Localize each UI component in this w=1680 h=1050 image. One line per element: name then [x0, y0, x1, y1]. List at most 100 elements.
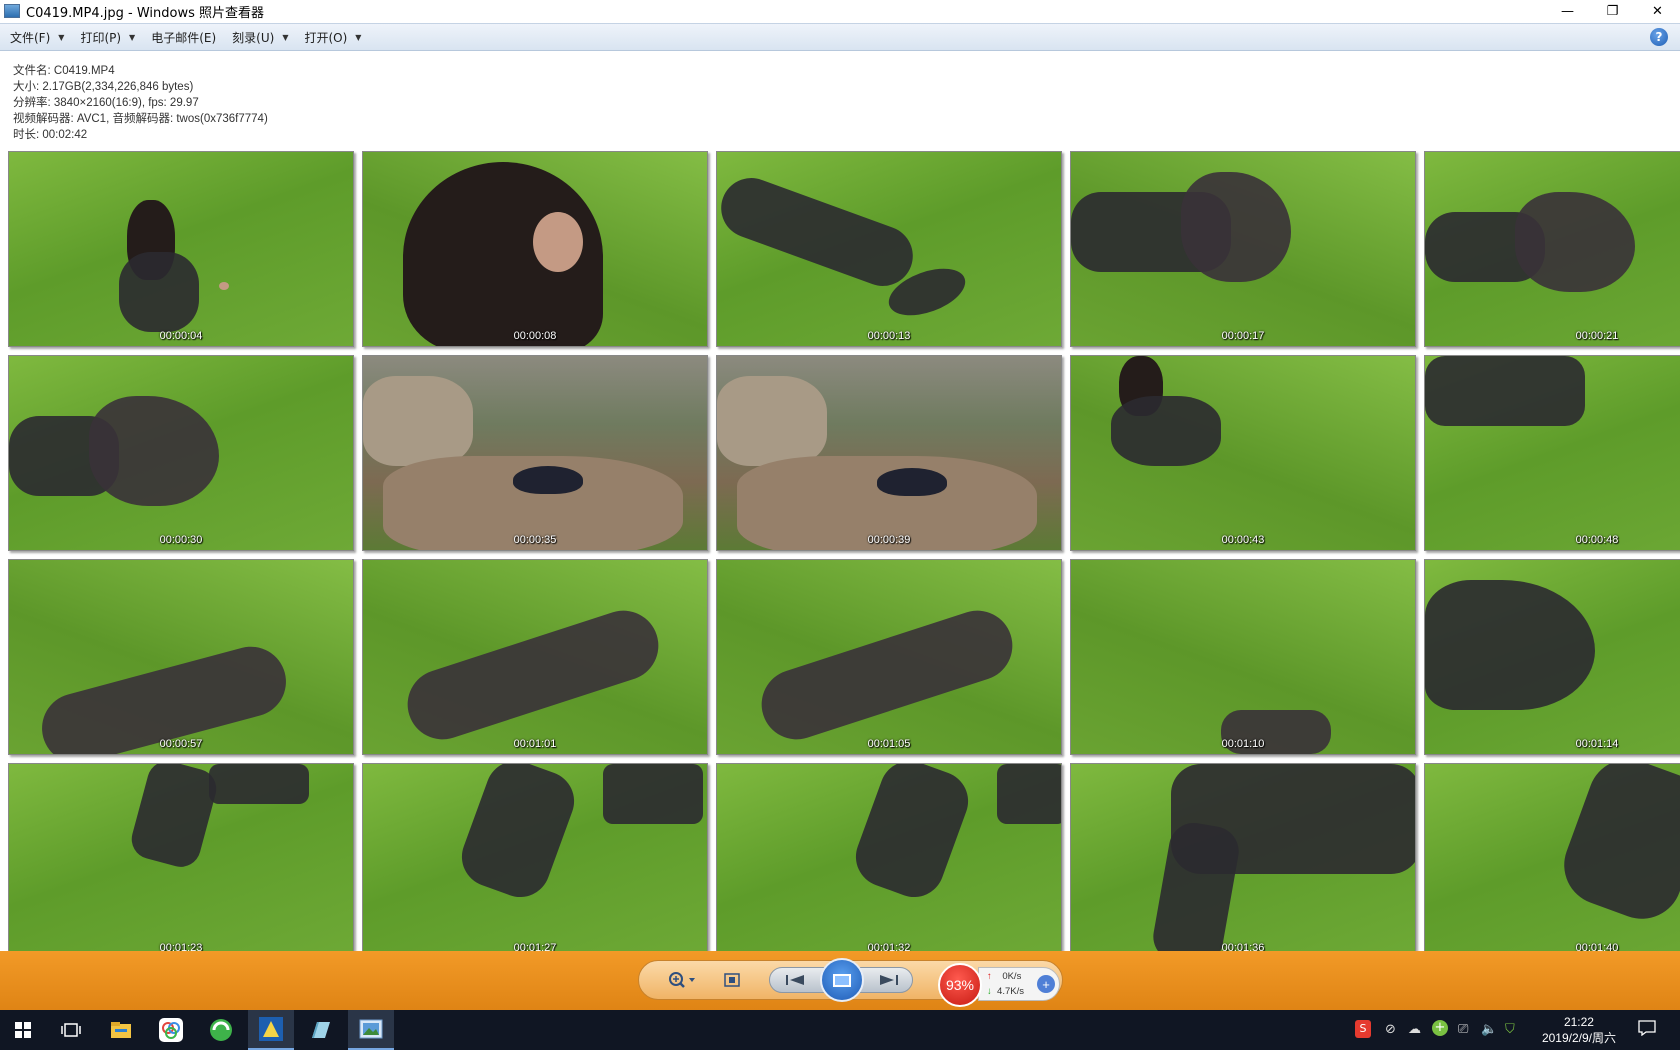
minimize-button[interactable]: —	[1545, 0, 1590, 22]
zoom-icon[interactable]	[667, 970, 699, 990]
dropdown-arrow-icon: ▼	[58, 32, 65, 42]
video-frame: 00:00:13	[716, 151, 1062, 347]
info-resolution: 分辨率: 3840×2160(16:9), fps: 29.97	[13, 97, 199, 109]
frame-timestamp: 00:00:21	[1575, 330, 1619, 342]
frame-timestamp: 00:01:14	[1575, 738, 1619, 750]
video-info: 文件名: C0419.MP4 大小: 2.17GB(2,334,226,846 …	[13, 63, 268, 143]
fit-icon[interactable]	[721, 970, 743, 990]
menu-file[interactable]: 文件(F) ▼	[10, 29, 64, 46]
taskbar: S ⊘ ☁ + ⎚ 🔈 ⛉ 21:22 2019/2/9/周六	[0, 1010, 1680, 1050]
dropdown-arrow-icon: ▼	[355, 32, 362, 42]
download-speed-value: 4.7K/s	[997, 986, 1024, 997]
menu-bar: 文件(F) ▼ 打印(P) ▼ 电子邮件(E) 刻录(U) ▼ 打开(O) ▼ …	[0, 23, 1680, 51]
cloud-sync-icon[interactable]: ☁	[1408, 1022, 1421, 1037]
info-codec: 视频解码器: AVC1, 音频解码器: twos(0x736f7774)	[13, 113, 268, 125]
frame-timestamp: 00:00:43	[1221, 534, 1265, 546]
taskbar-clock[interactable]: 21:22 2019/2/9/周六	[1542, 1014, 1616, 1046]
security-plus-icon[interactable]: +	[1432, 1020, 1448, 1036]
window-title: C0419.MP4.jpg - Windows 照片查看器	[26, 5, 264, 21]
video-frame: 00:00:57	[8, 559, 354, 755]
info-duration: 时长: 00:02:42	[13, 129, 88, 141]
video-frame: 00:00:30	[8, 355, 354, 551]
video-frame: 00:01:23	[8, 763, 354, 951]
frame-timestamp: 00:01:23	[159, 942, 203, 951]
volume-icon[interactable]: 🔈	[1481, 1022, 1497, 1037]
frame-timestamp: 00:00:39	[867, 534, 911, 546]
frame-timestamp: 00:00:04	[159, 330, 203, 342]
close-button[interactable]: ✕	[1635, 0, 1680, 22]
slideshow-button[interactable]	[820, 958, 864, 1002]
upload-speed-value: 0K/s	[1002, 971, 1022, 982]
info-size: 大小: 2.17GB(2,334,226,846 bytes)	[13, 81, 194, 93]
video-frame: 00:01:01	[362, 559, 708, 755]
help-icon[interactable]: ?	[1650, 28, 1668, 46]
video-frame: 00:01:10	[1070, 559, 1416, 755]
frame-timestamp: 00:01:32	[867, 942, 911, 951]
maximize-button[interactable]: ❐	[1590, 0, 1635, 22]
menu-burn[interactable]: 刻录(U) ▼	[232, 29, 288, 46]
video-frame: 00:00:39	[716, 355, 1062, 551]
menu-email-label: 电子邮件(E)	[151, 30, 217, 45]
menu-print-label: 打印(P)	[80, 30, 122, 45]
menu-print[interactable]: 打印(P) ▼	[80, 29, 135, 46]
menu-open-label: 打开(O)	[304, 30, 348, 45]
frame-timestamp: 00:00:08	[513, 330, 557, 342]
viewer-toolbar	[0, 951, 1680, 1010]
next-icon[interactable]	[874, 971, 904, 989]
task-view-icon[interactable]	[48, 1010, 94, 1050]
video-frame: 00:00:08	[362, 151, 708, 347]
previous-icon[interactable]	[780, 971, 810, 989]
network-icon[interactable]: ⎚	[1458, 1022, 1468, 1037]
video-frame: 00:01:05	[716, 559, 1062, 755]
title-bar: C0419.MP4.jpg - Windows 照片查看器 — ❐ ✕	[0, 0, 1680, 22]
photo-viewer-taskbar-icon[interactable]	[348, 1010, 394, 1050]
video-frame: 00:00:48	[1424, 355, 1680, 551]
menu-burn-label: 刻录(U)	[232, 30, 275, 45]
dropdown-arrow-icon: ▼	[129, 32, 136, 42]
video-editor-icon[interactable]	[248, 1010, 294, 1050]
frame-timestamp: 00:00:17	[1221, 330, 1265, 342]
video-frame: 00:00:43	[1070, 355, 1416, 551]
clock-date: 2019/2/9/周六	[1541, 1031, 1616, 1045]
video-frame: 00:00:04	[8, 151, 354, 347]
thumbnail-grid: 00:00:04 00:00:08 00:00:13 00:00:17 00:0…	[8, 151, 1680, 951]
network-speed-panel: ↑ 0K/s ↓ 4.7K/s +	[978, 967, 1060, 1001]
frame-timestamp: 00:00:35	[513, 534, 557, 546]
sogou-input-icon[interactable]: S	[1355, 1020, 1371, 1038]
frame-timestamp: 00:01:05	[867, 738, 911, 750]
menu-email[interactable]: 电子邮件(E)	[151, 29, 216, 46]
video-frame: 00:01:14	[1424, 559, 1680, 755]
video-frame: 00:01:27	[362, 763, 708, 951]
window-controls: — ❐ ✕	[1545, 0, 1680, 22]
upload-arrow-icon: ↑	[987, 971, 992, 982]
frame-timestamp: 00:01:40	[1575, 942, 1619, 951]
memory-usage-badge[interactable]: 93%	[938, 963, 982, 1007]
notification-icon[interactable]	[1638, 1020, 1656, 1040]
video-frame: 00:01:36	[1070, 763, 1416, 951]
slideshow-icon	[833, 973, 851, 987]
download-arrow-icon: ↓	[987, 986, 992, 997]
browser-icon[interactable]	[198, 1010, 244, 1050]
image-tool-icon[interactable]	[298, 1010, 344, 1050]
network-speed-widget[interactable]: ↑ 0K/s ↓ 4.7K/s + 93%	[938, 963, 1064, 1007]
menu-open[interactable]: 打开(O) ▼	[304, 29, 361, 46]
photo-app-icon[interactable]	[148, 1010, 194, 1050]
video-frame: 00:00:17	[1070, 151, 1416, 347]
video-frame: 00:00:21	[1424, 151, 1680, 347]
add-icon[interactable]: +	[1037, 975, 1055, 993]
file-explorer-icon[interactable]	[98, 1010, 144, 1050]
video-frame: 00:00:35	[362, 355, 708, 551]
download-speed: ↓ 4.7K/s	[987, 986, 1024, 997]
clock-time: 21:22	[1563, 1015, 1594, 1029]
menu-file-label: 文件(F)	[10, 30, 51, 45]
start-icon[interactable]	[0, 1010, 46, 1050]
upload-speed: ↑ 0K/s	[987, 971, 1021, 982]
video-frame: 00:01:40	[1424, 763, 1680, 951]
info-filename: 文件名: C0419.MP4	[13, 65, 115, 77]
frame-timestamp: 00:01:10	[1221, 738, 1265, 750]
video-frame: 00:01:32	[716, 763, 1062, 951]
mic-off-icon[interactable]: ⊘	[1385, 1022, 1396, 1037]
shield-icon[interactable]: ⛉	[1505, 1022, 1515, 1037]
frame-timestamp: 00:01:01	[513, 738, 557, 750]
frame-timestamp: 00:01:36	[1221, 942, 1265, 951]
